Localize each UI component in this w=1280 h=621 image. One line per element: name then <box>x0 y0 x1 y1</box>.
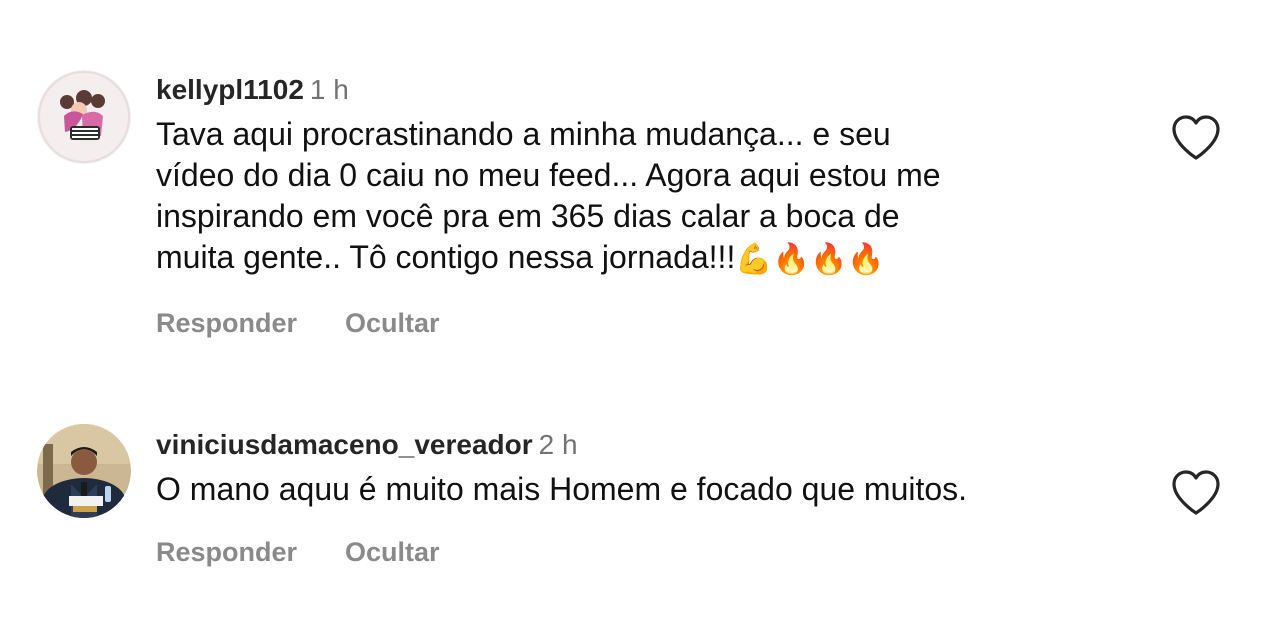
heart-outline-icon <box>1172 115 1220 160</box>
comment-emojis: 💪🔥🔥🔥 <box>735 243 885 276</box>
comment-actions: Responder Ocultar <box>156 537 440 568</box>
comment-timestamp: 2 h <box>538 429 578 460</box>
cartoon-girl-avatar-icon <box>37 70 131 164</box>
like-button[interactable] <box>1170 114 1222 162</box>
hide-button[interactable]: Ocultar <box>345 537 440 567</box>
reply-button[interactable]: Responder <box>156 308 297 338</box>
avatar[interactable] <box>37 424 131 518</box>
like-button[interactable] <box>1170 469 1222 517</box>
comment-timestamp: 1 h <box>309 74 349 105</box>
comment-actions: Responder Ocultar <box>156 308 440 339</box>
comment-text: O mano aquu é muito mais Homem e focado … <box>156 471 968 507</box>
comment-username[interactable]: kellypl1102 <box>156 74 304 105</box>
hide-button[interactable]: Ocultar <box>345 308 440 338</box>
comment-username[interactable]: viniciusdamaceno_vereador <box>156 429 533 460</box>
heart-outline-icon <box>1172 470 1220 515</box>
avatar[interactable] <box>37 70 131 164</box>
comment-text: Tava aqui procrastinando a minha mudança… <box>156 114 1156 280</box>
reply-button[interactable]: Responder <box>156 537 297 567</box>
man-at-desk-avatar-icon <box>37 424 131 518</box>
